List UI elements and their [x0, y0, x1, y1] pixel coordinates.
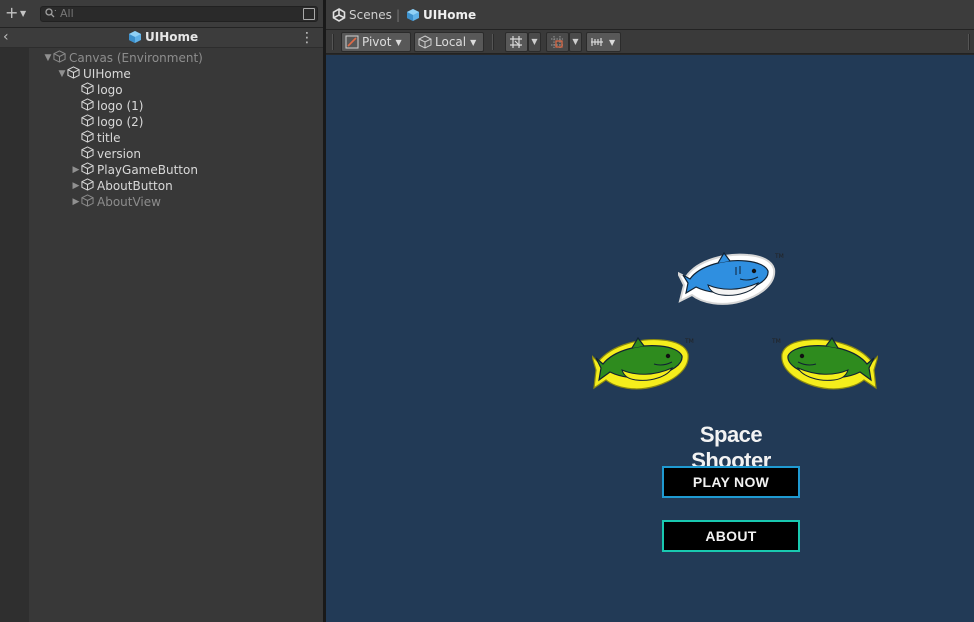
- hierarchy-item[interactable]: ▶ AboutButton: [29, 178, 323, 194]
- prefab-title: UIHome: [128, 30, 198, 44]
- hierarchy-item[interactable]: ▶ PlayGameButton: [29, 162, 323, 178]
- breadcrumb-current[interactable]: UIHome: [406, 8, 476, 22]
- about-button[interactable]: ABOUT: [662, 520, 800, 552]
- chevron-down-icon: ▼: [20, 9, 27, 18]
- hierarchy-item-label: AboutButton: [97, 179, 173, 193]
- logo-green-shark-left[interactable]: TM: [592, 334, 700, 394]
- hierarchy-item[interactable]: logo (1): [29, 98, 323, 114]
- scene-viewport[interactable]: TM TM TM Space Shooter PLAY NOW ABOUT: [326, 55, 974, 622]
- increment-snap-icon: [551, 36, 563, 48]
- prefab-cube-icon: [407, 9, 419, 21]
- hierarchy-item-label: AboutView: [97, 195, 161, 209]
- pivot-icon: [345, 35, 359, 49]
- gameobject-cube-icon: [81, 194, 94, 210]
- ruler-dropdown[interactable]: ▼: [586, 32, 621, 52]
- ruler-icon: [591, 38, 603, 46]
- prefab-cube-icon: [129, 31, 141, 43]
- unity-logo-icon: [332, 8, 346, 22]
- hierarchy-item-label: logo (1): [97, 99, 144, 113]
- gameobject-cube-icon: [81, 162, 94, 178]
- hierarchy-search-field[interactable]: All: [40, 6, 318, 22]
- plus-icon: +: [5, 3, 19, 22]
- fold-expanded-icon[interactable]: ▼: [43, 53, 53, 63]
- hierarchy-item[interactable]: logo (2): [29, 114, 323, 130]
- breadcrumb-current-label: UIHome: [423, 8, 477, 22]
- increment-snap-dropdown[interactable]: ▼: [569, 32, 582, 52]
- hierarchy-item-label: logo (2): [97, 115, 144, 129]
- fold-collapsed-icon[interactable]: ▶: [71, 197, 81, 207]
- hierarchy-item-label: version: [97, 147, 141, 161]
- hierarchy-panel: + ▼ All ‹ UIHome ⋮ ▼ Canvas (Environment)…: [0, 0, 323, 622]
- logo-blue-shark[interactable]: TM: [678, 249, 786, 309]
- hierarchy-item-label: title: [97, 131, 121, 145]
- logo-green-shark-right[interactable]: TM: [770, 334, 878, 394]
- back-arrow-icon[interactable]: ‹: [3, 29, 9, 45]
- toolbar-grip: [492, 34, 494, 50]
- toolbar-grip: [968, 34, 970, 50]
- hierarchy-item-label: Canvas (Environment): [69, 51, 203, 65]
- hierarchy-item-label: PlayGameButton: [97, 163, 198, 177]
- hierarchy-item[interactable]: title: [29, 130, 323, 146]
- logo-tm-mark: TM: [684, 338, 694, 345]
- logo-tm-mark: TM: [774, 253, 784, 260]
- hierarchy-tree: ▼ Canvas (Environment) ▼ UIHome logo logo (1)…: [29, 48, 323, 210]
- pivot-label: Pivot: [362, 35, 392, 49]
- fold-collapsed-icon[interactable]: ▶: [71, 165, 81, 175]
- grid-snap-dropdown[interactable]: ▼: [528, 32, 541, 52]
- unity-editor: + ▼ All ‹ UIHome ⋮ ▼ Canvas (Environment)…: [0, 0, 974, 622]
- scene-view: Scenes | UIHome Pivot ▼ Local ▼ ▼ ▼ ▼ TM…: [326, 0, 974, 622]
- breadcrumb-separator: |: [396, 8, 401, 22]
- scene-toolbar: Pivot ▼ Local ▼ ▼ ▼ ▼: [326, 30, 974, 54]
- fold-collapsed-icon[interactable]: ▶: [71, 181, 81, 191]
- gameobject-cube-icon: [67, 66, 80, 82]
- prefab-mode-header: ‹ UIHome ⋮: [0, 28, 323, 48]
- chevron-down-icon: ▼: [609, 37, 616, 47]
- chevron-down-icon: ▼: [470, 37, 477, 47]
- grid-snap-button[interactable]: [505, 32, 528, 52]
- local-cube-icon: [418, 35, 432, 49]
- hierarchy-item[interactable]: logo: [29, 82, 323, 98]
- gameobject-cube-icon: [81, 82, 94, 98]
- increment-snap-button[interactable]: [546, 32, 569, 52]
- search-icon: [45, 8, 56, 18]
- hierarchy-toolbar: + ▼ All: [0, 0, 323, 28]
- gameobject-cube-icon: [81, 114, 94, 130]
- create-button[interactable]: + ▼: [3, 5, 31, 23]
- play-now-button[interactable]: PLAY NOW: [662, 466, 800, 498]
- gameobject-cube-icon: [81, 146, 94, 162]
- hierarchy-item[interactable]: ▼ UIHome: [29, 66, 323, 82]
- grid-snap-icon: [510, 36, 522, 48]
- gameobject-cube-icon: [81, 130, 94, 146]
- logo-tm-mark: TM: [771, 338, 781, 345]
- more-vert-icon[interactable]: ⋮: [300, 30, 314, 46]
- hierarchy-item[interactable]: ▶ AboutView: [29, 194, 323, 210]
- gameobject-cube-icon: [53, 50, 66, 66]
- gameobject-cube-icon: [81, 178, 94, 194]
- toolbar-grip: [332, 34, 334, 50]
- scene-breadcrumb-bar: Scenes | UIHome: [326, 0, 974, 30]
- hierarchy-item-label: UIHome: [83, 67, 131, 81]
- pivot-dropdown[interactable]: Pivot ▼: [341, 32, 411, 52]
- hierarchy-item[interactable]: ▼ Canvas (Environment): [29, 50, 323, 66]
- breadcrumb-scenes-label: Scenes: [349, 8, 392, 22]
- search-placeholder: All: [60, 7, 74, 20]
- prefab-title-label: UIHome: [145, 30, 199, 44]
- chevron-down-icon: ▼: [395, 37, 402, 47]
- hierarchy-gutter: [0, 48, 29, 622]
- hierarchy-item[interactable]: version: [29, 146, 323, 162]
- hierarchy-item-label: logo: [97, 83, 123, 97]
- gameobject-cube-icon: [81, 98, 94, 114]
- local-dropdown[interactable]: Local ▼: [414, 32, 484, 52]
- local-label: Local: [435, 35, 467, 49]
- search-open-window-icon[interactable]: [303, 8, 315, 20]
- fold-expanded-icon[interactable]: ▼: [57, 69, 67, 79]
- breadcrumb-scenes[interactable]: Scenes: [332, 8, 392, 22]
